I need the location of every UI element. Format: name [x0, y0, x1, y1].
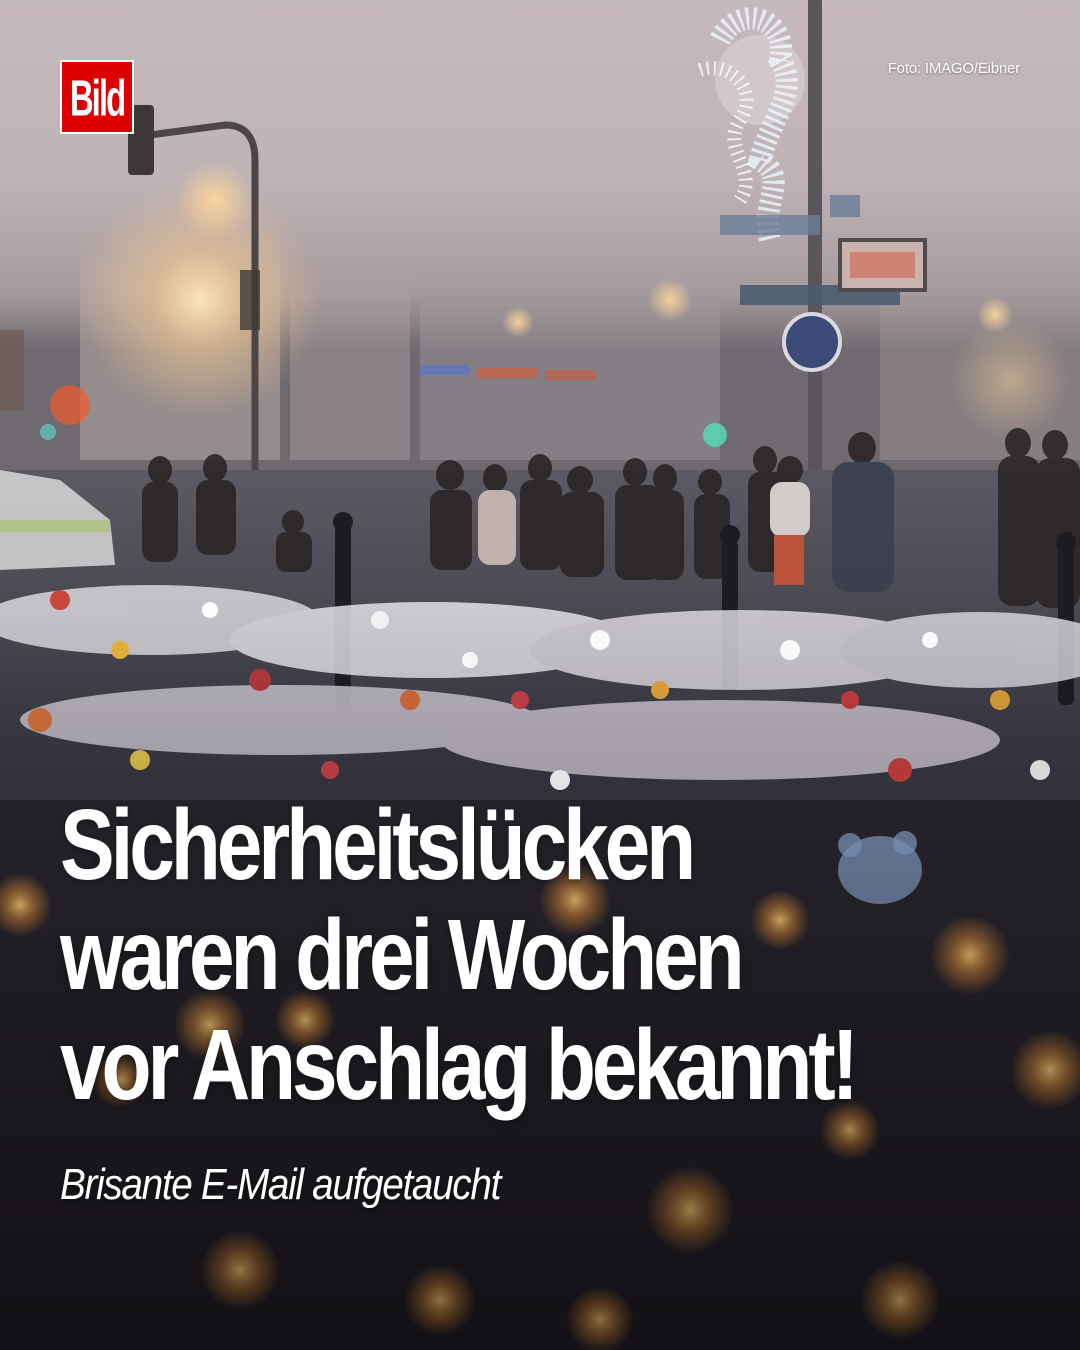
headline-line-2: waren drei Wochen — [60, 899, 745, 1011]
headline-line-3: vor Anschlag bekannt! — [60, 1009, 859, 1121]
photo-credit: Foto: IMAGO/Eibner — [887, 60, 1020, 77]
bild-logo-text: Bild — [69, 68, 126, 126]
bild-logo: Bild — [60, 60, 134, 134]
subline: Brisante E-Mail aufgetaucht — [60, 1160, 501, 1209]
background-photo — [0, 0, 1080, 1350]
headline-line-1: Sicherheitslücken — [60, 789, 696, 901]
memorial-scene-illustration — [0, 0, 1080, 1350]
headline: Sicherheitslücken waren drei Wochen vor … — [60, 790, 1040, 1120]
